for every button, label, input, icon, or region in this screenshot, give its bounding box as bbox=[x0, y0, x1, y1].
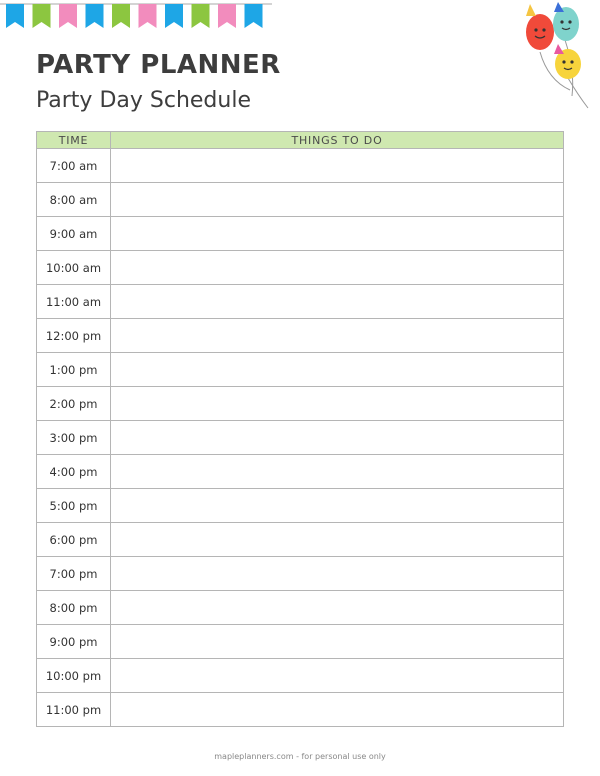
table-row: 10:00 am bbox=[36, 250, 564, 285]
bunting-decoration bbox=[0, 3, 272, 28]
red-balloon bbox=[526, 4, 554, 50]
table-row: 9:00 pm bbox=[36, 624, 564, 659]
footer-text: mapleplanners.com - for personal use onl… bbox=[214, 752, 386, 761]
table-row: 6:00 pm bbox=[36, 522, 564, 557]
table-header-row: TIME THINGS TO DO bbox=[36, 131, 564, 149]
table-row: 8:00 pm bbox=[36, 590, 564, 625]
table-row: 2:00 pm bbox=[36, 386, 564, 421]
todo-cell[interactable] bbox=[110, 488, 564, 523]
time-cell: 1:00 pm bbox=[36, 352, 111, 387]
table-row: 11:00 pm bbox=[36, 692, 564, 727]
time-cell: 4:00 pm bbox=[36, 454, 111, 489]
table-row: 11:00 am bbox=[36, 284, 564, 319]
todo-cell[interactable] bbox=[110, 182, 564, 217]
table-row: 9:00 am bbox=[36, 216, 564, 251]
table-row: 8:00 am bbox=[36, 182, 564, 217]
time-cell: 11:00 pm bbox=[36, 692, 111, 727]
table-row: 5:00 pm bbox=[36, 488, 564, 523]
bunting-flag bbox=[6, 4, 24, 28]
bunting-flag bbox=[218, 4, 236, 28]
time-cell: 10:00 pm bbox=[36, 658, 111, 693]
table-row: 4:00 pm bbox=[36, 454, 564, 489]
balloons-decoration bbox=[526, 2, 589, 109]
todo-cell[interactable] bbox=[110, 658, 564, 693]
time-cell: 5:00 pm bbox=[36, 488, 111, 523]
time-column-header: TIME bbox=[36, 131, 111, 149]
todo-cell[interactable] bbox=[110, 352, 564, 387]
bunting-flag bbox=[244, 4, 263, 28]
bunting-flag bbox=[85, 4, 104, 28]
bunting-flag bbox=[138, 4, 157, 28]
teal-balloon bbox=[553, 2, 579, 41]
table-row: 3:00 pm bbox=[36, 420, 564, 455]
todo-cell[interactable] bbox=[110, 284, 564, 319]
schedule-table: TIME THINGS TO DO 7:00 am 8:00 am 9:00 am 1… bbox=[36, 131, 564, 727]
todo-cell[interactable] bbox=[110, 454, 564, 489]
time-cell: 10:00 am bbox=[36, 250, 111, 285]
time-cell: 11:00 am bbox=[36, 284, 111, 319]
table-row: 1:00 pm bbox=[36, 352, 564, 387]
time-cell: 7:00 pm bbox=[36, 556, 111, 591]
time-cell: 8:00 pm bbox=[36, 590, 111, 625]
bunting-flag bbox=[165, 4, 183, 28]
bunting-flag bbox=[191, 4, 210, 28]
time-cell: 3:00 pm bbox=[36, 420, 111, 455]
todo-cell[interactable] bbox=[110, 556, 564, 591]
page-subtitle: Party Day Schedule bbox=[36, 88, 251, 113]
todo-cell[interactable] bbox=[110, 250, 564, 285]
todo-cell[interactable] bbox=[110, 590, 564, 625]
yellow-balloon bbox=[554, 44, 581, 79]
table-row: 7:00 am bbox=[36, 148, 564, 183]
bunting-flag bbox=[59, 4, 77, 28]
time-cell: 6:00 pm bbox=[36, 522, 111, 557]
time-cell: 9:00 pm bbox=[36, 624, 111, 659]
table-row: 10:00 pm bbox=[36, 658, 564, 693]
time-cell: 8:00 am bbox=[36, 182, 111, 217]
todo-cell[interactable] bbox=[110, 420, 564, 455]
time-cell: 7:00 am bbox=[36, 148, 111, 183]
bunting-flag bbox=[112, 4, 130, 28]
things-to-do-column-header: THINGS TO DO bbox=[110, 131, 564, 149]
page-title: PARTY PLANNER bbox=[36, 50, 281, 80]
table-row: 7:00 pm bbox=[36, 556, 564, 591]
todo-cell[interactable] bbox=[110, 318, 564, 353]
todo-cell[interactable] bbox=[110, 216, 564, 251]
table-row: 12:00 pm bbox=[36, 318, 564, 353]
todo-cell[interactable] bbox=[110, 386, 564, 421]
todo-cell[interactable] bbox=[110, 148, 564, 183]
time-cell: 2:00 pm bbox=[36, 386, 111, 421]
todo-cell[interactable] bbox=[110, 522, 564, 557]
bunting-flag bbox=[32, 4, 51, 28]
time-cell: 9:00 am bbox=[36, 216, 111, 251]
time-cell: 12:00 pm bbox=[36, 318, 111, 353]
todo-cell[interactable] bbox=[110, 692, 564, 727]
todo-cell[interactable] bbox=[110, 624, 564, 659]
